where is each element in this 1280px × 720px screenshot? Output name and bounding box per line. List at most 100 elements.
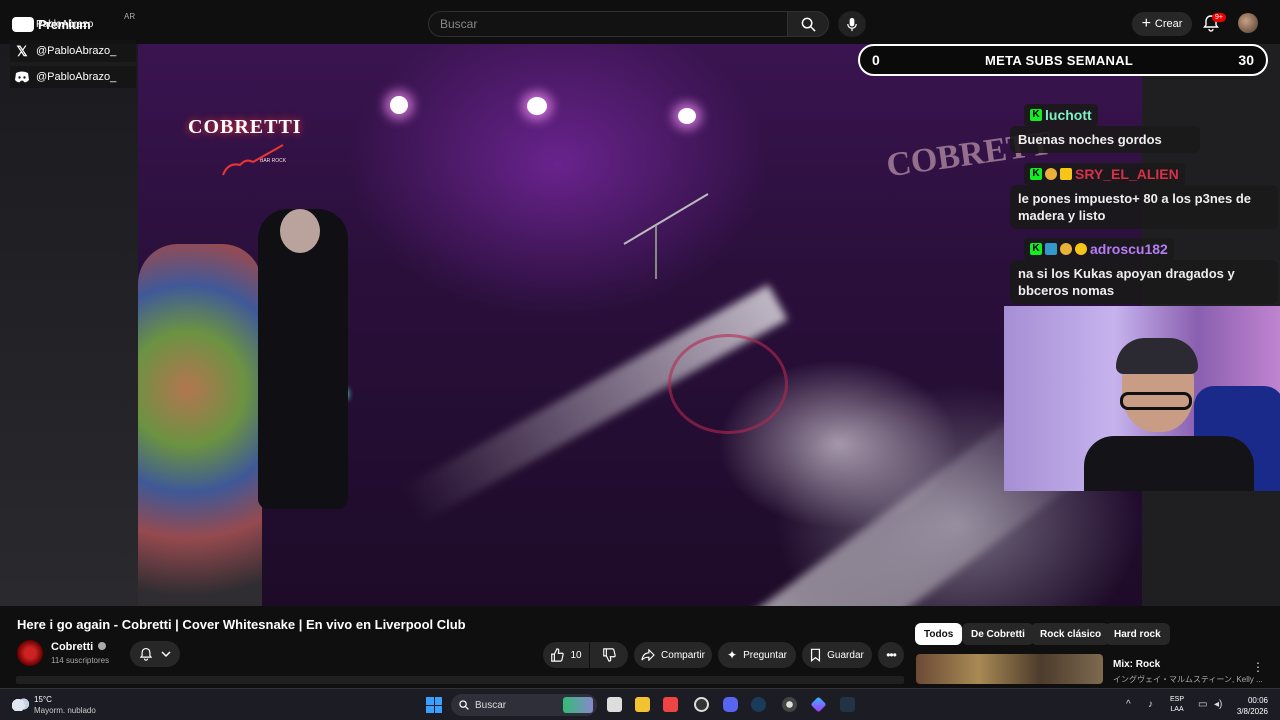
left-margin [0, 44, 138, 606]
voice-search-button[interactable] [838, 11, 866, 37]
user-avatar[interactable] [1238, 13, 1258, 33]
social-youtube: PabloAbrazo [10, 13, 136, 35]
channel-avatar[interactable] [17, 640, 43, 666]
stage-light [390, 96, 408, 114]
chevron-up-icon[interactable]: ^ [1126, 699, 1131, 710]
description-box-edge [16, 676, 904, 684]
search-icon [459, 700, 469, 710]
more-actions-button[interactable]: ••• [878, 642, 904, 668]
taskbar-clock[interactable]: 00:06 3/8/2026 [1234, 695, 1268, 717]
chat-message: Buenas noches gordos [1010, 126, 1200, 153]
language-indicator[interactable]: ESP LAA [1170, 695, 1184, 715]
sparkle-icon: ✦ [727, 648, 738, 662]
dislike-button[interactable] [590, 642, 628, 668]
search-icon [801, 17, 816, 32]
photo-app-icon[interactable] [663, 697, 678, 712]
crown-badge-icon [1060, 168, 1072, 180]
mic-stand [623, 193, 709, 279]
kick-badge-icon: K [1030, 243, 1042, 255]
search-input[interactable]: Buscar [428, 11, 788, 37]
streamer-webcam [1004, 306, 1280, 491]
weather-temperature[interactable]: 15°C [34, 695, 52, 704]
task-view-icon[interactable] [607, 697, 622, 712]
volume-icon[interactable]: ◂) [1214, 699, 1222, 710]
social-handle: @PabloAbrazo_ [36, 71, 117, 83]
verified-icon [98, 642, 107, 650]
chrome-icon[interactable] [782, 697, 797, 712]
chat-message: le pones impuesto+ 80 a los p3nes de mad… [1010, 185, 1278, 229]
microphone-icon [847, 17, 857, 31]
emoji-badge-icon [1045, 168, 1057, 180]
notification-badge: 9+ [1212, 13, 1226, 22]
streamer-hair [1116, 338, 1198, 374]
stage-light [527, 97, 547, 115]
chat-message: na si los Kukas apoyan dragados y bbcero… [1010, 260, 1278, 304]
channel-name[interactable]: Cobretti [51, 641, 107, 653]
ask-button[interactable]: ✦ Preguntar [718, 642, 796, 668]
taskbar-search[interactable]: Buscar [451, 694, 597, 716]
chat-username: K luchott [1024, 104, 1098, 126]
guitarist-tie-dye [138, 244, 262, 606]
more-vertical-icon[interactable]: ⋮ [1252, 660, 1264, 674]
microphone-tray-icon[interactable]: ♪ [1148, 699, 1153, 710]
social-discord: @PabloAbrazo_ [10, 66, 136, 88]
file-explorer-icon[interactable] [635, 697, 650, 712]
share-icon [641, 649, 655, 661]
goal-label: META SUBS SEMANAL [985, 52, 1134, 68]
windows-start-icon[interactable] [426, 697, 442, 713]
social-handle: PabloAbrazo [36, 18, 94, 30]
chip-hard-rock[interactable]: Hard rock [1105, 623, 1170, 645]
chip-de-cobretti[interactable]: De Cobretti [962, 623, 1034, 645]
subscription-bell-button[interactable] [130, 641, 180, 667]
neon-sign-cobretti: COBRETTI [188, 116, 302, 138]
coin-badge-icon [1075, 243, 1087, 255]
more-horizontal-icon: ••• [886, 648, 897, 662]
chat-username: K SRY_EL_ALIEN [1024, 163, 1185, 185]
audio-app-icon[interactable] [840, 697, 855, 712]
video-player[interactable]: COBRETTI BAR ROCK COBRETT [138, 44, 1142, 606]
network-icon[interactable]: ▭ [1198, 699, 1207, 710]
steam-icon[interactable] [751, 697, 766, 712]
weather-description[interactable]: Mayorm. nublado [34, 706, 96, 715]
youtube-icon [14, 18, 30, 30]
obs-icon[interactable] [694, 697, 709, 712]
kick-badge-icon: K [1030, 109, 1042, 121]
share-button[interactable]: Compartir [634, 642, 712, 668]
kick-badge-icon: K [1030, 168, 1042, 180]
subscriber-count: 114 suscriptores [51, 656, 110, 665]
chip-todos[interactable]: Todos [915, 623, 963, 645]
chip-rock-clasico[interactable]: Rock clásico [1031, 623, 1111, 645]
plus-icon: + [1141, 15, 1151, 32]
social-x: 𝕏 @PabloAbrazo_ [10, 40, 136, 62]
gem-badge-icon [1045, 243, 1057, 255]
bookmark-icon [811, 648, 821, 662]
create-button[interactable]: + Crear [1132, 12, 1192, 36]
bell-icon [139, 647, 153, 661]
discord-icon [15, 71, 29, 83]
drum-kit [668, 334, 788, 434]
search-highlight-icon [563, 697, 593, 713]
video-title: Here i go again - Cobretti | Cover White… [17, 617, 466, 632]
neon-guitar-icon [222, 144, 284, 176]
stage-light [678, 108, 696, 124]
chat-username: K adroscu182 [1024, 238, 1174, 260]
app-diamond-icon[interactable] [810, 696, 827, 713]
top-bar: Premium AR Buscar + Crear 9+ [0, 0, 1280, 44]
recommendation-subtitle: イングヴェイ・マルムスティーン, Kelly ... [1113, 675, 1263, 684]
chevron-down-icon [161, 651, 171, 658]
recommendation-thumbnail[interactable] [916, 654, 1103, 684]
weekly-subs-goal: 0 META SUBS SEMANAL 30 [858, 44, 1268, 76]
goal-current: 0 [872, 52, 880, 68]
search-button[interactable] [787, 11, 829, 37]
streamer-body [1084, 436, 1254, 491]
windows-taskbar: 15°C Mayorm. nublado Buscar ^ ♪ ESP LAA … [0, 688, 1280, 720]
thumbs-up-icon [551, 648, 565, 662]
goal-target: 30 [1238, 52, 1254, 68]
cloud-icon[interactable] [12, 697, 30, 711]
recommendation-title[interactable]: Mix: Rock [1113, 659, 1160, 670]
like-button[interactable]: 10 [543, 642, 589, 668]
discord-icon[interactable] [723, 697, 738, 712]
social-handle: @PabloAbrazo_ [36, 45, 117, 57]
save-button[interactable]: Guardar [802, 642, 872, 668]
like-count: 10 [570, 649, 582, 661]
